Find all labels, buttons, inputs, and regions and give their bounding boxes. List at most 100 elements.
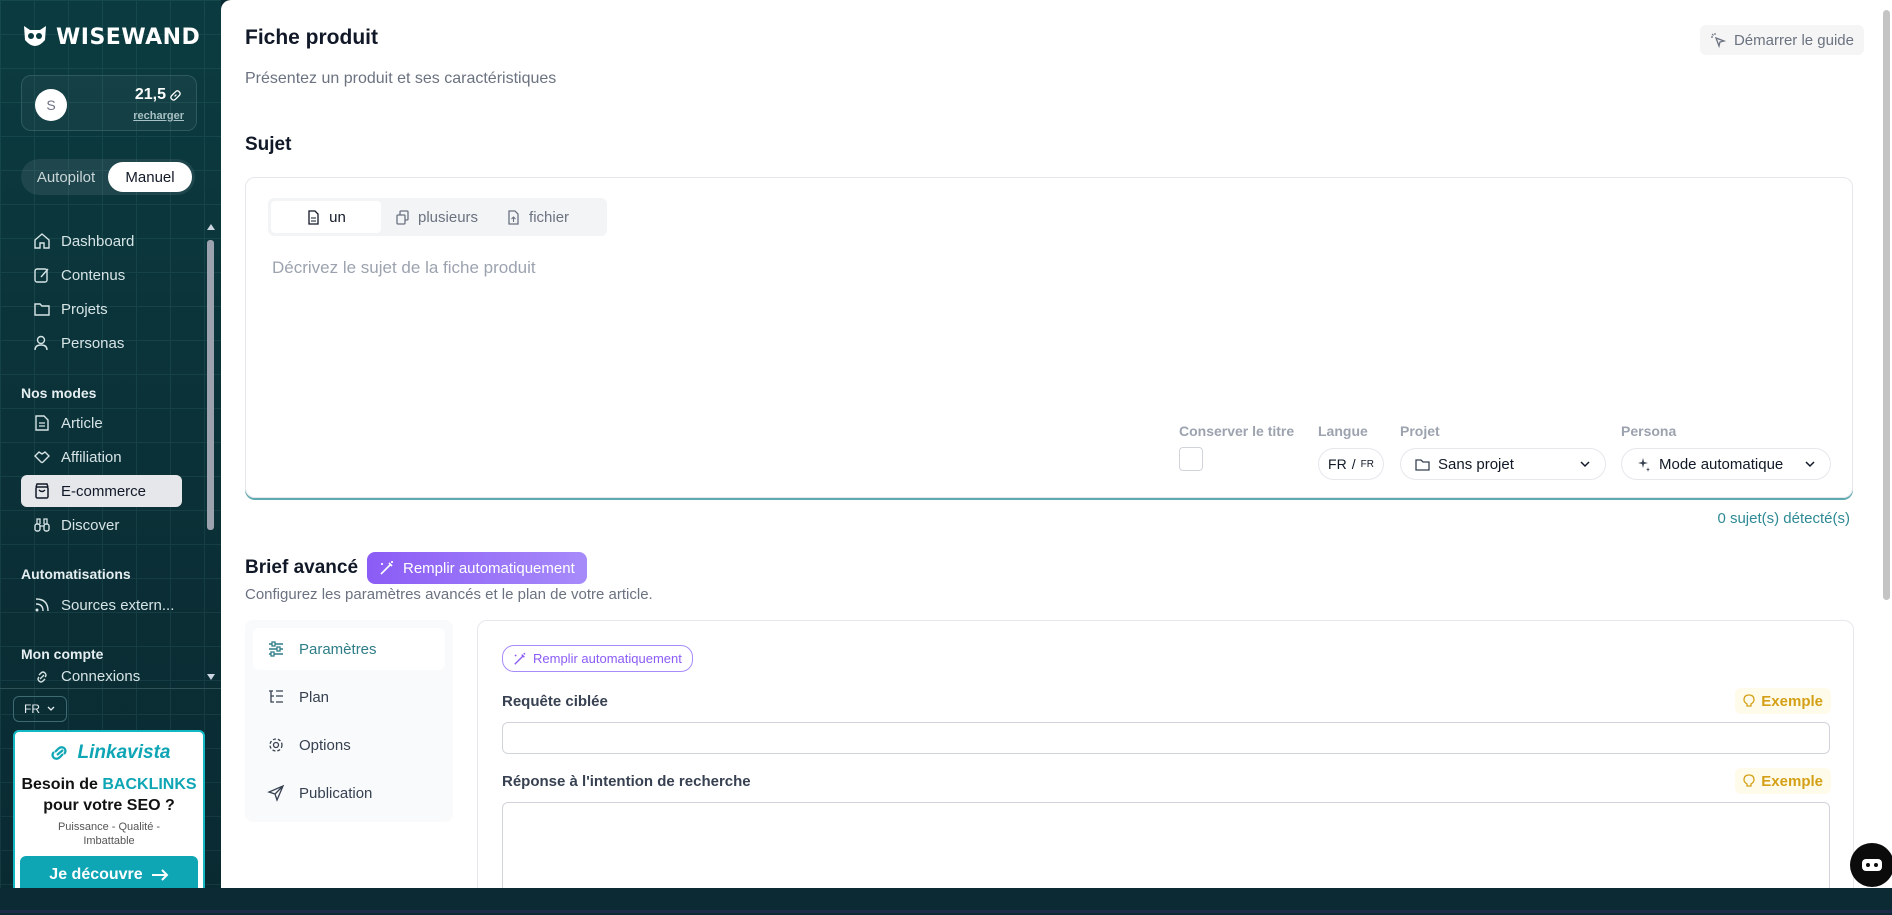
section-heading-automatisations: Automatisations: [21, 566, 131, 582]
chat-button[interactable]: [1850, 843, 1892, 887]
sidebar-item-sources[interactable]: Sources extern...: [21, 589, 182, 621]
brief-nav: Paramètres Plan Options Publication: [245, 620, 453, 822]
language-value: FR: [24, 702, 40, 716]
scroll-up-arrow[interactable]: [207, 224, 215, 230]
scroll-thumb[interactable]: [1883, 10, 1890, 600]
sidebar-item-label: Projets: [61, 300, 108, 318]
tab-label: un: [329, 208, 346, 226]
brief-tab-plan[interactable]: Plan: [253, 676, 445, 718]
sidebar-item-label: Article: [61, 414, 103, 432]
tab-un[interactable]: un: [271, 201, 381, 233]
link-chain-icon: [48, 743, 72, 763]
persona-label: Persona: [1621, 423, 1677, 439]
sidebar: WISEWAND S 21,5 recharger Autopilot Manu…: [0, 0, 221, 915]
keep-title-checkbox[interactable]: [1179, 447, 1203, 471]
avatar[interactable]: S: [35, 89, 67, 121]
example-button-requete[interactable]: Exemple: [1735, 688, 1831, 714]
mode-toggle: Autopilot Manuel: [21, 159, 195, 195]
sidebar-item-affiliation[interactable]: Affiliation: [21, 441, 182, 473]
sidebar-item-label: Contenus: [61, 266, 126, 284]
user-icon: [33, 334, 51, 352]
subject-heading: Sujet: [245, 134, 292, 155]
sidebar-item-contenus[interactable]: Contenus: [21, 259, 182, 291]
credit-link-icon: [169, 89, 182, 102]
persona-dropdown[interactable]: Mode automatique: [1621, 448, 1831, 480]
brief-form-card: Remplir automatiquement Requête ciblée E…: [477, 620, 1854, 912]
window-bottom-strip: [0, 888, 1892, 915]
promo-cta-label: Je découvre: [49, 866, 143, 883]
main-scrollbar[interactable]: [1880, 0, 1892, 888]
autofill-button[interactable]: Remplir automatiquement: [367, 552, 587, 584]
example-button-reponse[interactable]: Exemple: [1735, 768, 1831, 794]
lightbulb-icon: [1743, 774, 1755, 788]
promo-headline-highlight: BACKLINKS: [102, 776, 197, 793]
credit-box: S 21,5 recharger: [21, 75, 197, 131]
logo[interactable]: WISEWAND: [20, 22, 200, 52]
tab-label: fichier: [529, 208, 570, 226]
tab-fichier[interactable]: fichier: [492, 201, 583, 233]
section-heading-compte: Mon compte: [21, 646, 104, 662]
scroll-down-arrow[interactable]: [207, 674, 215, 680]
sidebar-item-discover[interactable]: Discover: [21, 509, 182, 541]
document-icon: [33, 414, 51, 432]
lightbulb-icon: [1743, 694, 1755, 708]
sidebar-item-label: Connexions: [61, 668, 141, 685]
chevron-down-icon: [1804, 458, 1816, 470]
sidebar-item-label: E-commerce: [61, 482, 147, 500]
gear-icon: [267, 736, 285, 754]
sidebar-scrollbar[interactable]: [205, 222, 216, 682]
promo-headline-suffix: pour votre SEO ?: [43, 797, 175, 814]
shopping-bag-icon: [33, 482, 51, 500]
promo-brand-name: Linkavista: [77, 742, 171, 763]
folder-icon: [33, 300, 51, 318]
persona-value: Mode automatique: [1659, 455, 1784, 473]
brief-subtitle: Configurez les paramètres avancés et le …: [245, 586, 653, 603]
sidebar-item-label: Affiliation: [61, 448, 122, 466]
subject-card: un plusieurs fichier Décrivez le sujet d…: [245, 177, 1853, 498]
pointer-click-icon: [1710, 32, 1726, 48]
sidebar-item-dashboard[interactable]: Dashboard: [21, 225, 182, 257]
subject-textarea[interactable]: Décrivez le sujet de la fiche produit: [272, 258, 536, 278]
language-select[interactable]: FR: [13, 696, 67, 722]
keep-title-label: Conserver le titre: [1179, 423, 1295, 439]
sidebar-item-connexions[interactable]: Connexions: [21, 668, 182, 688]
mode-manuel[interactable]: Manuel: [108, 162, 192, 192]
brief-tab-label: Plan: [299, 688, 330, 706]
requete-input[interactable]: [502, 722, 1830, 754]
sidebar-item-personas[interactable]: Personas: [21, 327, 182, 359]
tab-plusieurs[interactable]: plusieurs: [381, 201, 492, 233]
example-label: Exemple: [1761, 772, 1823, 790]
start-guide-label: Démarrer le guide: [1733, 31, 1854, 49]
scroll-thumb[interactable]: [207, 240, 214, 530]
sidebar-divider: [0, 688, 221, 689]
brief-heading: Brief avancé: [245, 557, 359, 578]
autofill-label: Remplir automatiquement: [403, 559, 575, 577]
brief-tab-options[interactable]: Options: [253, 724, 445, 766]
language-selector[interactable]: FR / FR: [1318, 448, 1384, 480]
mode-autopilot[interactable]: Autopilot: [24, 162, 108, 192]
promo-brand: Linkavista: [15, 742, 203, 764]
language-main: FR: [1328, 456, 1347, 472]
form-autofill-label: Remplir automatiquement: [533, 651, 682, 666]
detected-count: 0 sujet(s) détecté(s): [1717, 510, 1850, 527]
project-value: Sans projet: [1438, 455, 1514, 473]
promo-subtext: Puissance - Qualité - Imbattable: [57, 821, 161, 847]
sidebar-item-ecommerce[interactable]: E-commerce: [21, 475, 182, 507]
brief-tab-parametres[interactable]: Paramètres: [253, 628, 445, 670]
promo-banner[interactable]: Linkavista Besoin de BACKLINKS pour votr…: [13, 730, 205, 902]
credit-value: 21,5: [134, 86, 166, 103]
brief-tab-publication[interactable]: Publication: [253, 772, 445, 814]
owl-icon: [20, 22, 50, 52]
recharge-link[interactable]: recharger: [133, 110, 184, 122]
main-content: Fiche produit Présentez un produit et se…: [221, 0, 1892, 912]
form-autofill-button[interactable]: Remplir automatiquement: [502, 645, 693, 672]
project-dropdown[interactable]: Sans projet: [1400, 448, 1606, 480]
sidebar-item-article[interactable]: Article: [21, 407, 182, 439]
project-label: Projet: [1400, 423, 1440, 439]
promo-headline-prefix: Besoin de: [21, 776, 103, 793]
chevron-down-icon: [46, 704, 56, 714]
subject-tabs: un plusieurs fichier: [268, 198, 607, 236]
sidebar-item-projets[interactable]: Projets: [21, 293, 182, 325]
start-guide-button[interactable]: Démarrer le guide: [1699, 25, 1864, 55]
field-label-reponse: Réponse à l'intention de recherche: [502, 773, 751, 790]
